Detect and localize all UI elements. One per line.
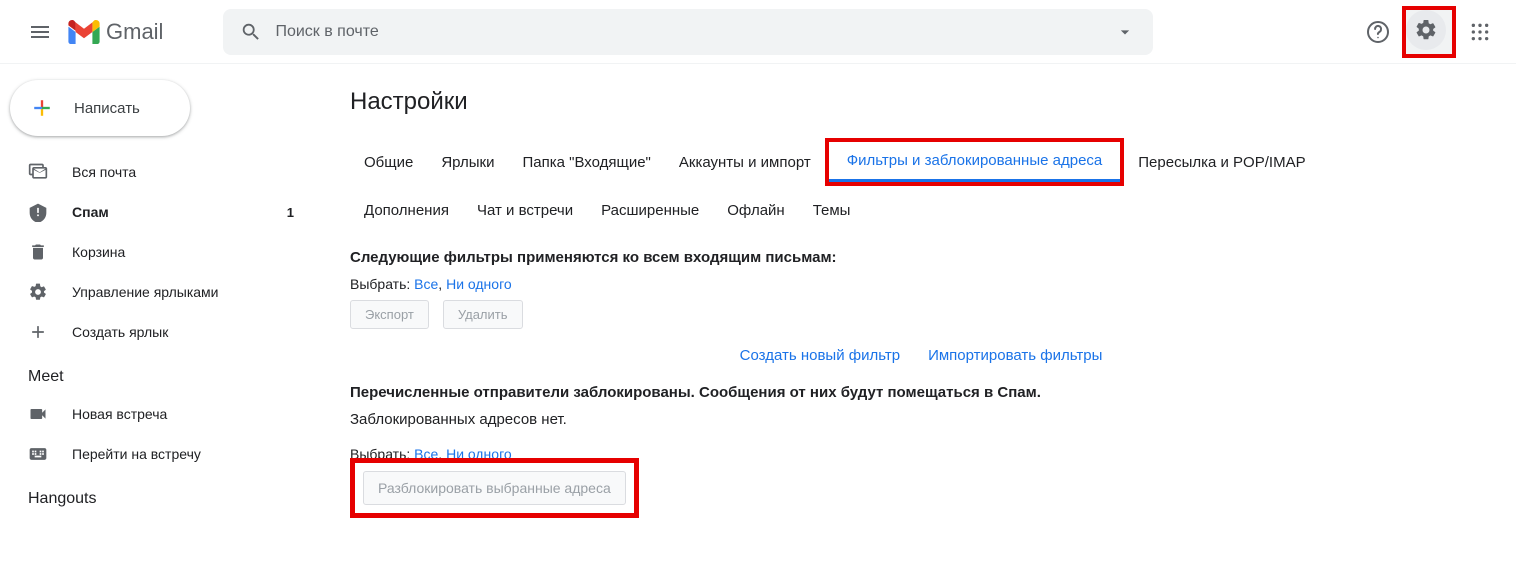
unblock-button[interactable]: Разблокировать выбранные адреса xyxy=(363,471,626,505)
filters-select-line: Выбрать: Все, Ни одного xyxy=(350,276,1492,292)
settings-tabs-row2: Дополнения Чат и встречи Расширенные Офл… xyxy=(350,192,1492,229)
sidebar-item-label: Корзина xyxy=(72,244,125,260)
apps-button[interactable] xyxy=(1460,12,1500,52)
select-none-link[interactable]: Ни одного xyxy=(446,276,512,292)
sidebar-item-badge: 1 xyxy=(287,205,294,220)
apps-grid-icon xyxy=(1470,22,1490,42)
sidebar-item-label: Спам xyxy=(72,204,109,220)
compose-label: Написать xyxy=(74,100,140,117)
search-button[interactable] xyxy=(231,12,271,52)
tab-advanced[interactable]: Расширенные xyxy=(587,192,713,229)
tab-themes[interactable]: Темы xyxy=(799,192,865,229)
page-title: Настройки xyxy=(350,88,1492,116)
tab-forwarding[interactable]: Пересылка и POP/IMAP xyxy=(1124,144,1319,181)
tab-chat[interactable]: Чат и встречи xyxy=(463,192,587,229)
header-actions xyxy=(1358,6,1500,58)
keyboard-icon xyxy=(28,444,48,464)
search-icon xyxy=(240,21,262,43)
help-button[interactable] xyxy=(1358,12,1398,52)
tab-filters[interactable]: Фильтры и заблокированные адреса xyxy=(829,142,1121,182)
import-filters-link[interactable]: Импортировать фильтры xyxy=(928,347,1102,364)
hangouts-section-title: Hangouts xyxy=(0,474,310,516)
brand-text: Gmail xyxy=(106,19,163,45)
meet-item-label: Перейти на встречу xyxy=(72,446,201,462)
sidebar-item-spam[interactable]: Спам 1 xyxy=(0,192,310,232)
tab-inbox[interactable]: Папка "Входящие" xyxy=(508,144,664,181)
meet-new-meeting[interactable]: Новая встреча xyxy=(0,394,310,434)
sidebar: Написать Вся почта Спам 1 Корзина xyxy=(0,64,310,518)
meet-section-title: Meet xyxy=(0,352,310,394)
settings-tabs-row1: Общие Ярлыки Папка "Входящие" Аккаунты и… xyxy=(350,138,1492,186)
sidebar-item-all-mail[interactable]: Вся почта xyxy=(0,152,310,192)
sidebar-item-label: Создать ярлык xyxy=(72,324,168,340)
compose-button[interactable]: Написать xyxy=(10,80,190,136)
sidebar-item-label: Вся почта xyxy=(72,164,136,180)
blocked-heading: Перечисленные отправители заблокированы.… xyxy=(350,384,1492,401)
trash-icon xyxy=(28,242,48,262)
search-options-button[interactable] xyxy=(1105,12,1145,52)
plus-icon xyxy=(28,322,48,342)
settings-content: Настройки Общие Ярлыки Папка "Входящие" … xyxy=(310,64,1516,518)
tab-labels[interactable]: Ярлыки xyxy=(427,144,508,181)
sidebar-item-trash[interactable]: Корзина xyxy=(0,232,310,272)
tab-accounts[interactable]: Аккаунты и импорт xyxy=(665,144,825,181)
select-label: Выбрать: xyxy=(350,276,410,292)
tab-addons[interactable]: Дополнения xyxy=(350,192,463,229)
plus-icon xyxy=(28,94,56,122)
header: Gmail xyxy=(0,0,1516,64)
tab-general[interactable]: Общие xyxy=(350,144,427,181)
stacked-mail-icon xyxy=(28,162,48,182)
meet-item-label: Новая встреча xyxy=(72,406,167,422)
search-bar xyxy=(223,9,1153,55)
meet-join-meeting[interactable]: Перейти на встречу xyxy=(0,434,310,474)
select-all-link[interactable]: Все xyxy=(414,276,438,292)
sidebar-item-label: Управление ярлыками xyxy=(72,284,219,300)
main-menu-button[interactable] xyxy=(16,8,64,56)
search-input[interactable] xyxy=(271,23,1105,41)
unblock-highlighted: Разблокировать выбранные адреса xyxy=(350,458,639,518)
spam-icon xyxy=(28,202,48,222)
gmail-logo-icon xyxy=(68,20,100,44)
filters-heading: Следующие фильтры применяются ко всем вх… xyxy=(350,249,1492,266)
tab-offline[interactable]: Офлайн xyxy=(713,192,798,229)
settings-button-highlighted[interactable] xyxy=(1402,6,1456,58)
delete-button[interactable]: Удалить xyxy=(443,300,523,329)
tab-filters-highlighted: Фильтры и заблокированные адреса xyxy=(825,138,1125,186)
caret-down-icon xyxy=(1115,22,1135,42)
sidebar-item-manage-labels[interactable]: Управление ярлыками xyxy=(0,272,310,312)
sidebar-item-create-label[interactable]: Создать ярлык xyxy=(0,312,310,352)
gear-icon xyxy=(28,282,48,302)
export-button[interactable]: Экспорт xyxy=(350,300,429,329)
create-filter-link[interactable]: Создать новый фильтр xyxy=(740,347,900,364)
no-blocked-text: Заблокированных адресов нет. xyxy=(350,411,1492,428)
help-icon xyxy=(1366,20,1390,44)
gear-icon xyxy=(1414,18,1438,42)
brand[interactable]: Gmail xyxy=(68,19,163,45)
video-icon xyxy=(28,404,48,424)
hamburger-icon xyxy=(28,20,52,44)
